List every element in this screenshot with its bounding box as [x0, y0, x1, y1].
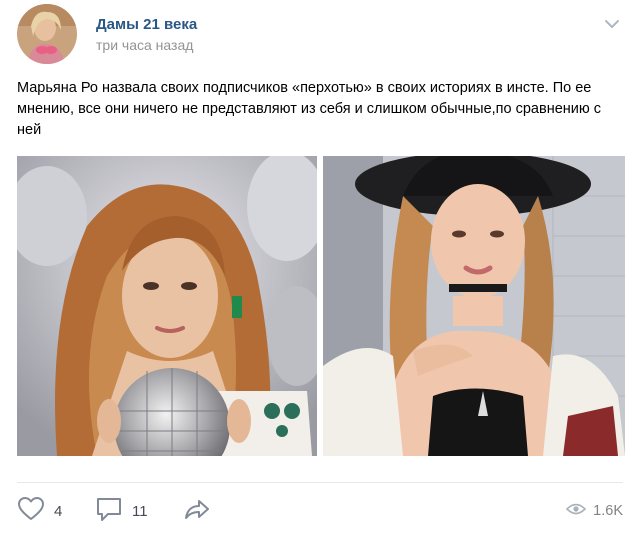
- heart-icon: [17, 496, 45, 527]
- post-actions: 4 11 1.6K: [17, 496, 623, 526]
- like-button[interactable]: 4: [17, 496, 62, 526]
- author-name[interactable]: Дамы 21 века: [96, 16, 197, 33]
- views-count: 1.6K: [593, 503, 623, 519]
- like-count: 4: [54, 502, 63, 520]
- share-arrow-icon: [183, 496, 211, 527]
- eye-icon: [566, 502, 587, 521]
- more-horizontal-icon[interactable]: [601, 17, 623, 31]
- share-button[interactable]: [183, 496, 211, 526]
- post-photo-2[interactable]: [323, 156, 625, 456]
- post-header: Дамы 21 века три часа назад: [17, 4, 623, 64]
- comment-button[interactable]: 11: [95, 496, 148, 526]
- post-photo-1[interactable]: [17, 156, 317, 456]
- post-card: Дамы 21 века три часа назад Марьяна Ро н…: [0, 0, 640, 553]
- comment-icon: [95, 496, 123, 527]
- views-counter: 1.6K: [566, 496, 623, 526]
- actions-divider: [17, 482, 623, 483]
- avatar[interactable]: [17, 4, 77, 64]
- post-text: Марьяна Ро назвала своих подписчиков «пе…: [17, 80, 602, 138]
- comment-count: 11: [132, 502, 148, 520]
- post-time[interactable]: три часа назад: [96, 37, 193, 53]
